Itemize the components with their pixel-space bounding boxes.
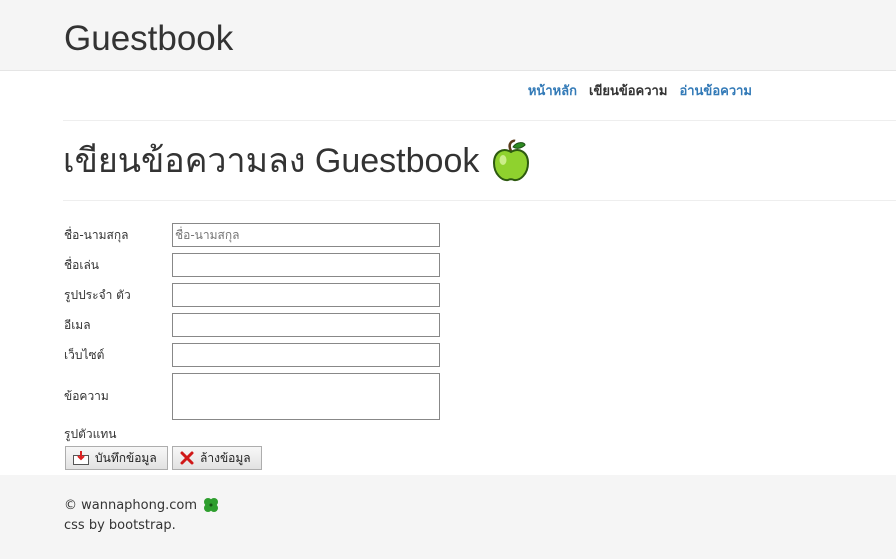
clear-button-label: ล้างข้อมูล [200,450,251,465]
credit-line: css by bootstrap. [64,518,176,533]
email-row: อีเมล [64,313,440,337]
photo-input[interactable] [172,283,440,307]
divider [63,120,896,121]
top-nav: หน้าหลัก เขียนข้อความ อ่านข้อความ [528,80,752,101]
photo-row: รูปประจำ ตัว [64,283,440,307]
nickname-label: ชื่อเล่น [64,257,100,272]
website-row: เว็บไซต์ [64,343,440,367]
save-button-label: บันทึกข้อมูล [95,450,157,465]
credit-text: css by bootstrap. [64,518,176,533]
site-title[interactable]: Guestbook [64,16,233,62]
photo-label: รูปประจำ ตัว [64,287,131,302]
nav-read-link[interactable]: อ่านข้อความ [679,80,752,101]
email-label: อีเมล [64,317,91,332]
save-button[interactable]: บันทึกข้อมูล [65,446,168,470]
nickname-row: ชื่อเล่น [64,253,440,277]
message-label: ข้อความ [64,389,109,403]
nav-home-link[interactable]: หน้าหลัก [528,80,577,101]
clear-button[interactable]: ล้างข้อมูล [172,446,262,470]
avatar-label: รูปตัวแทน [64,427,117,441]
save-icon [73,451,89,465]
site-header: Guestbook [0,0,896,71]
nickname-input[interactable] [172,253,440,277]
copyright-text: © wannaphong.com [64,497,198,513]
website-input[interactable] [172,343,440,367]
clover-icon [204,498,219,512]
name-input[interactable] [172,223,440,247]
apple-icon [493,139,530,182]
website-label: เว็บไซต์ [64,347,105,362]
name-row: ชื่อ-นามสกุล [64,223,440,247]
close-icon [180,451,194,465]
page-title-text: เขียนข้อความลง Guestbook [63,142,480,180]
name-label: ชื่อ-นามสกุล [64,227,129,242]
site-footer: © wannaphong.com css by bootstrap. [0,475,896,559]
page-title: เขียนข้อความลง Guestbook [63,138,531,184]
divider [63,200,896,201]
message-textarea[interactable] [172,373,440,420]
copyright-line: © wannaphong.com [64,496,220,514]
message-row: ข้อความ [64,373,440,420]
email-input[interactable] [172,313,440,337]
nav-write-active: เขียนข้อความ [589,84,668,99]
